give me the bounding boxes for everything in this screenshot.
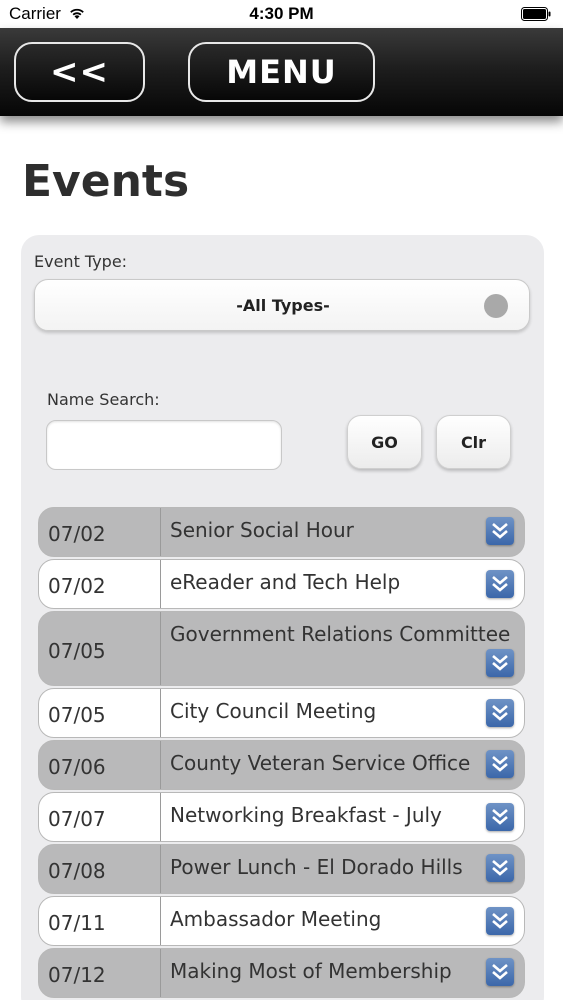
event-type-select[interactable]: -All Types- xyxy=(34,279,530,331)
double-chevron-down-icon[interactable] xyxy=(486,958,514,986)
event-row[interactable]: 07/08 Power Lunch - El Dorado Hills xyxy=(38,844,525,894)
app-header: << MENU xyxy=(0,28,563,116)
event-type-value: -All Types- xyxy=(236,296,330,315)
event-row[interactable]: 07/07 Networking Breakfast - July xyxy=(38,792,525,842)
event-name: Government Relations Committee xyxy=(170,622,511,646)
event-date: 07/02 xyxy=(39,508,161,556)
page-title: Events xyxy=(22,156,190,207)
event-row[interactable]: 07/11 Ambassador Meeting xyxy=(38,896,525,946)
select-indicator-icon xyxy=(484,294,508,318)
event-name: eReader and Tech Help xyxy=(170,570,401,594)
event-name: Making Most of Membership xyxy=(170,959,452,983)
menu-button[interactable]: MENU xyxy=(188,42,375,102)
event-name: Ambassador Meeting xyxy=(170,907,382,931)
double-chevron-down-icon[interactable] xyxy=(486,699,514,727)
name-search-input[interactable] xyxy=(46,420,282,470)
status-time: 4:30 PM xyxy=(249,4,314,23)
event-date: 07/12 xyxy=(39,949,161,997)
event-row[interactable]: 07/02 eReader and Tech Help xyxy=(38,559,525,609)
event-date: 07/02 xyxy=(39,560,161,608)
double-chevron-down-icon[interactable] xyxy=(486,803,514,831)
double-chevron-down-icon[interactable] xyxy=(486,854,514,882)
clear-button[interactable]: Clr xyxy=(436,415,511,469)
double-chevron-down-icon[interactable] xyxy=(486,649,514,677)
event-row[interactable]: 07/12 Making Most of Membership xyxy=(38,948,525,998)
event-name: Power Lunch - El Dorado Hills xyxy=(170,855,463,879)
event-name: Networking Breakfast - July xyxy=(170,803,442,827)
double-chevron-down-icon[interactable] xyxy=(486,517,514,545)
event-list: 07/02 Senior Social Hour 07/02 eReader a… xyxy=(38,507,525,1000)
event-date: 07/07 xyxy=(39,793,161,841)
back-button[interactable]: << xyxy=(14,42,145,102)
event-name: City Council Meeting xyxy=(170,699,377,723)
status-bar: Carrier 4:30 PM xyxy=(0,0,563,28)
name-search-label: Name Search: xyxy=(47,390,160,409)
double-chevron-down-icon[interactable] xyxy=(486,570,514,598)
battery-icon xyxy=(521,7,551,21)
event-date: 07/08 xyxy=(39,845,161,893)
event-row[interactable]: 07/05 City Council Meeting xyxy=(38,688,525,738)
event-date: 07/05 xyxy=(39,689,161,737)
double-chevron-down-icon[interactable] xyxy=(486,750,514,778)
event-type-label: Event Type: xyxy=(34,252,128,271)
event-date: 07/11 xyxy=(39,897,161,945)
go-button[interactable]: GO xyxy=(347,415,422,469)
event-row[interactable]: 07/05 Government Relations Committee xyxy=(38,611,525,686)
event-name: County Veteran Service Office xyxy=(170,751,471,775)
event-row[interactable]: 07/06 County Veteran Service Office xyxy=(38,740,525,790)
event-date: 07/06 xyxy=(39,741,161,789)
event-name: Senior Social Hour xyxy=(170,518,354,542)
event-date: 07/05 xyxy=(39,612,161,685)
double-chevron-down-icon[interactable] xyxy=(486,907,514,935)
event-row[interactable]: 07/02 Senior Social Hour xyxy=(38,507,525,557)
